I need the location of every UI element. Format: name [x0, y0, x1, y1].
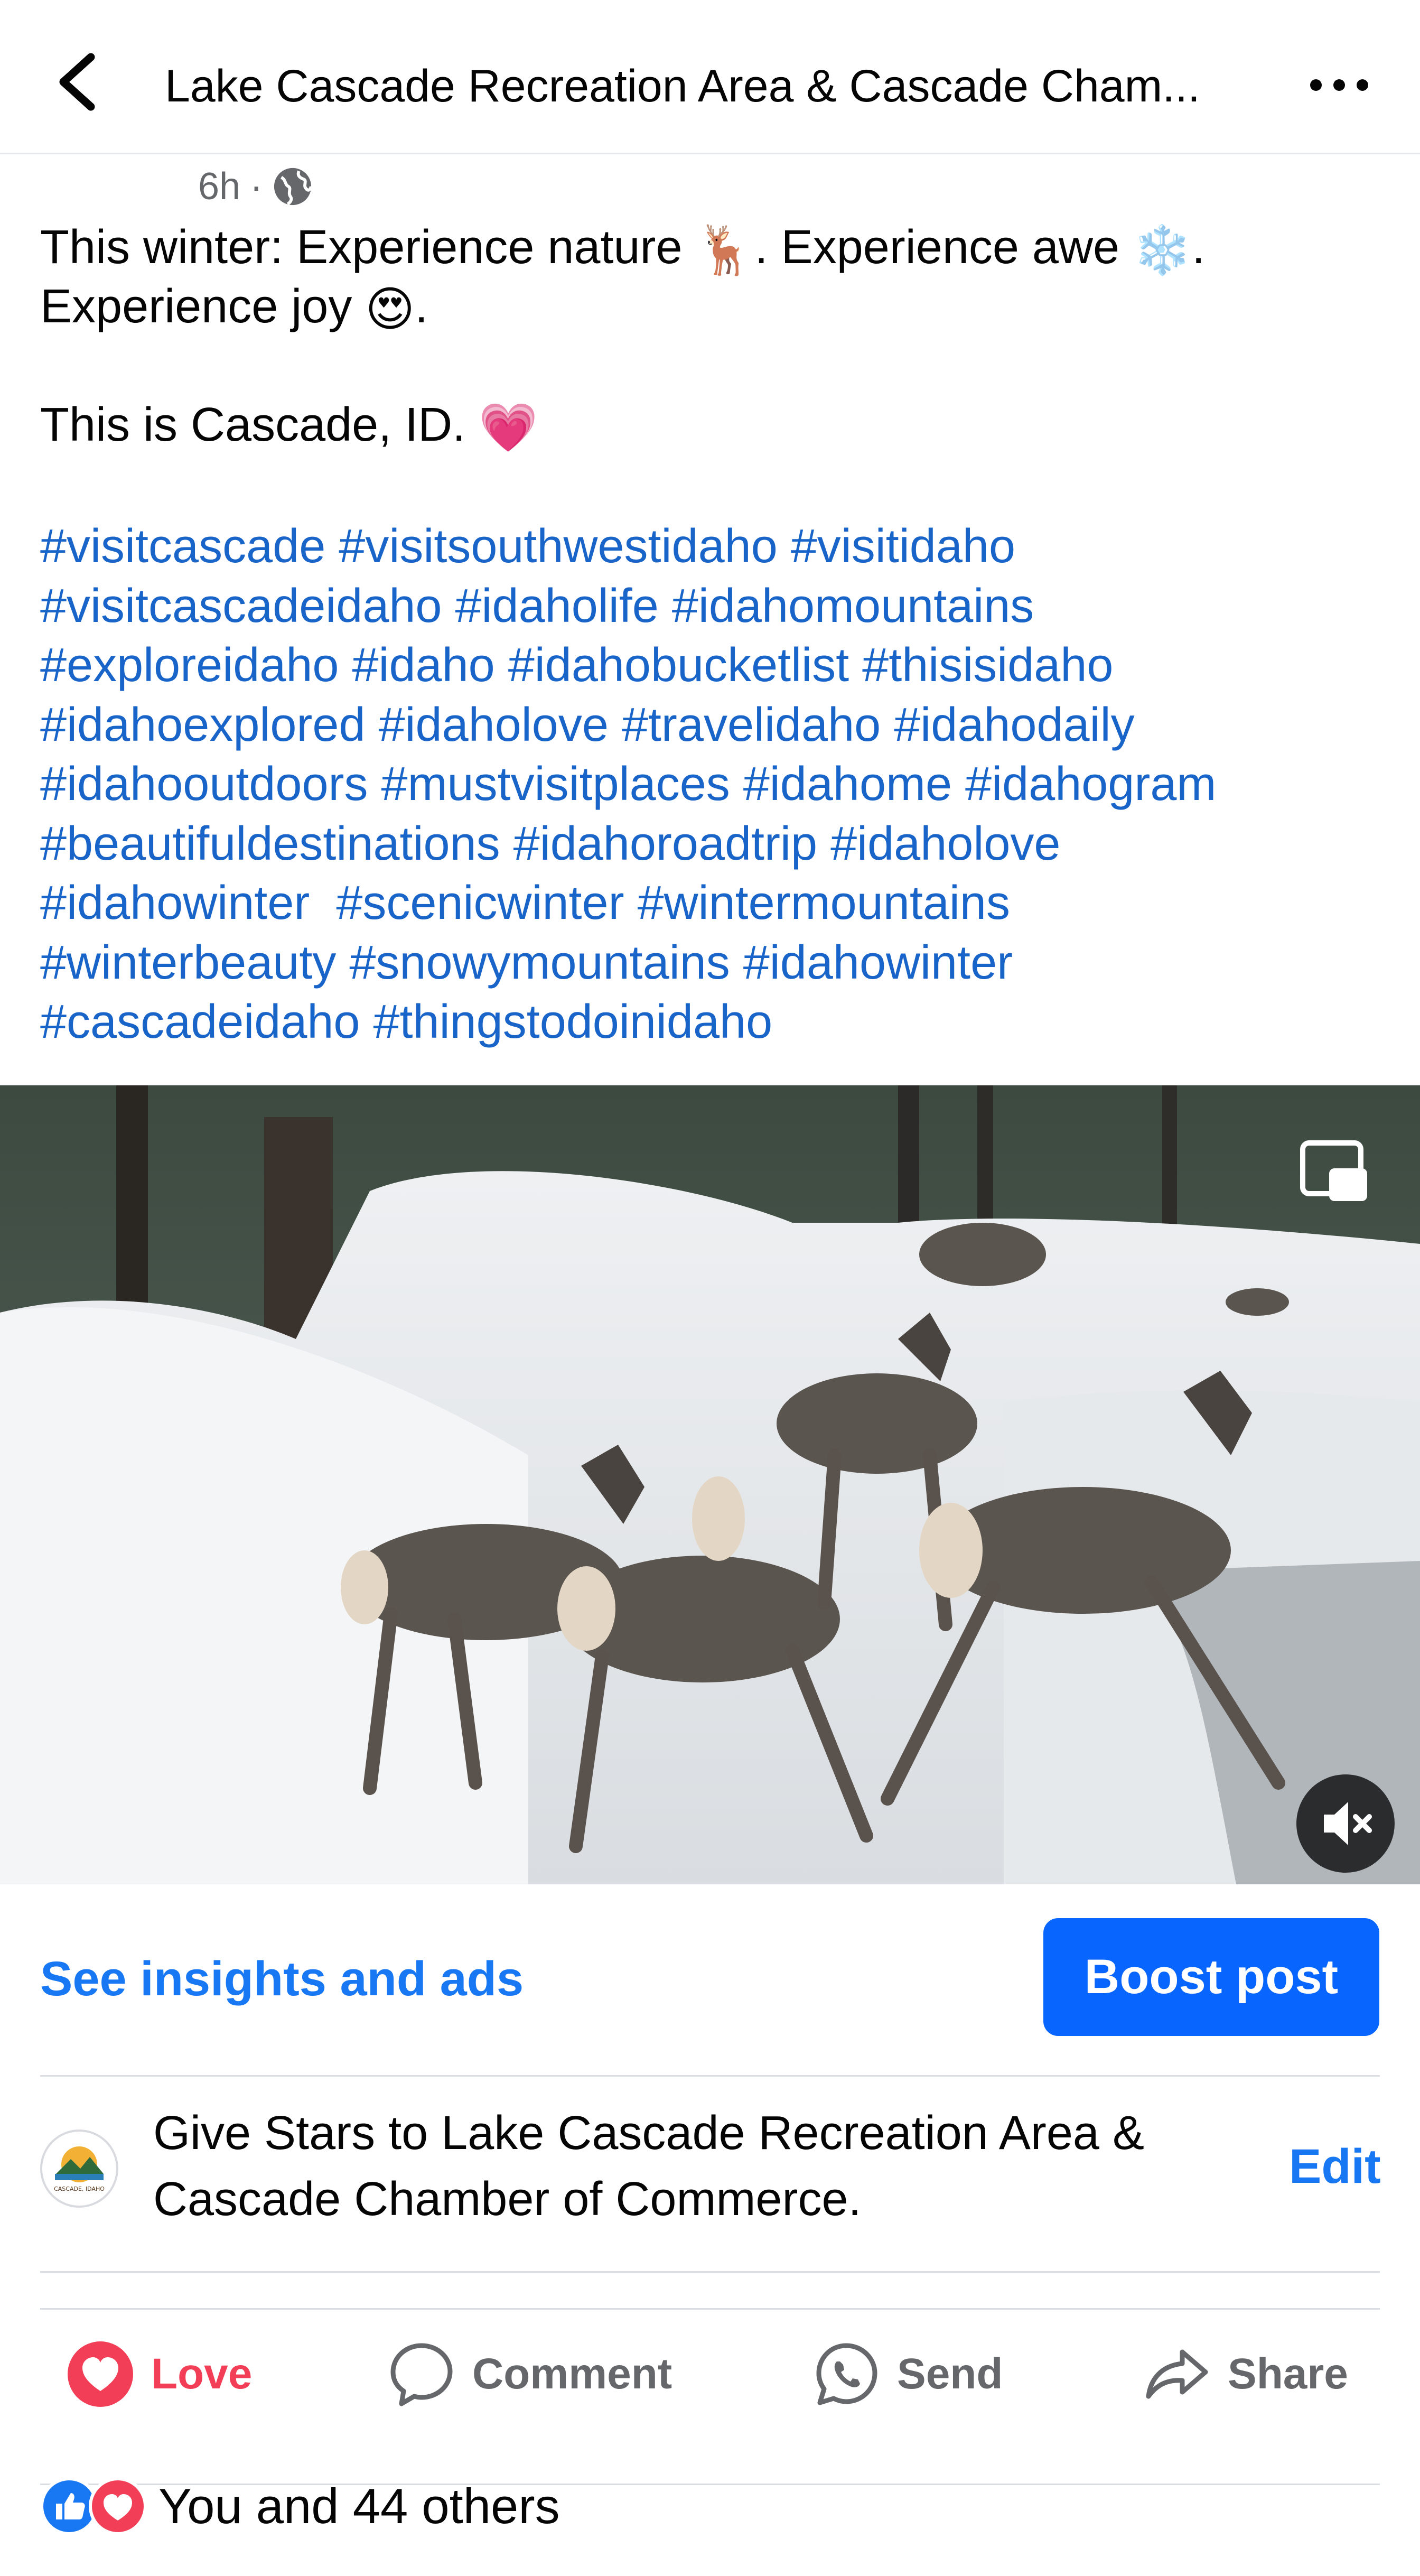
divider	[40, 2271, 1380, 2273]
hashtag-line[interactable]: #exploreidaho #idaho #idahobucketlist #t…	[40, 636, 1393, 695]
post-video[interactable]	[0, 1085, 1420, 1884]
snowflake-emoji: ❄️	[1133, 224, 1192, 277]
caption-text: This winter: Experience nature	[40, 221, 683, 274]
hashtag-line[interactable]: #visitcascadeidaho #idaholife #idahomoun…	[40, 576, 1393, 636]
love-button[interactable]: Love	[67, 2340, 252, 2408]
avatar-text: CASCADE, IDAHO	[54, 2186, 105, 2192]
post-caption: This winter: Experience nature 🦌. Experi…	[40, 218, 1393, 454]
love-label: Love	[151, 2350, 253, 2398]
pip-icon[interactable]	[1298, 1139, 1370, 1205]
send-label: Send	[897, 2350, 1003, 2398]
post-meta: 6h ·	[198, 161, 313, 211]
page-title: Lake Cascade Recreation Area & Cascade C…	[165, 61, 1200, 111]
top-bar: Lake Cascade Recreation Area & Cascade C…	[0, 0, 1420, 154]
pink-heart-emoji: 💗	[479, 402, 538, 455]
back-arrow-icon[interactable]	[48, 48, 106, 116]
caption-text: This is Cascade, ID.	[40, 398, 466, 451]
hashtag-line[interactable]: #cascadeidaho #thingstodoinidaho	[40, 992, 1393, 1052]
page-avatar: CASCADE, IDAHO	[40, 2129, 118, 2208]
caption-text: . Experience awe	[754, 221, 1120, 274]
see-insights-link[interactable]: See insights and ads	[40, 1950, 524, 2008]
more-icon[interactable]	[1305, 62, 1374, 105]
give-stars-line: Cascade Chamber of Commerce.	[153, 2173, 862, 2226]
divider	[40, 2075, 1380, 2077]
hashtag-line[interactable]: #visitcascade #visitsouthwestidaho #visi…	[40, 517, 1393, 576]
heart-eyes-emoji: 😍	[365, 283, 415, 337]
reactions-count: You and 44 others	[158, 2478, 560, 2534]
divider	[40, 2308, 1380, 2310]
caption-text: Experience joy	[40, 280, 352, 333]
hashtag-line[interactable]: #beautifuldestinations #idahoroadtrip #i…	[40, 814, 1393, 874]
love-icon	[68, 2341, 133, 2407]
comment-icon	[390, 2343, 453, 2406]
comment-label: Comment	[472, 2350, 672, 2398]
post-time[interactable]: 6h	[198, 165, 240, 208]
share-button[interactable]: Share	[1143, 2340, 1348, 2408]
send-button[interactable]: Send	[812, 2340, 1003, 2408]
give-stars-line: Give Stars to Lake Cascade Recreation Ar…	[153, 2107, 1144, 2160]
caption-text: .	[1192, 221, 1206, 274]
love-reaction-icon	[89, 2477, 147, 2535]
hashtag-line[interactable]: #winterbeauty #snowymountains #idahowint…	[40, 933, 1393, 993]
video-frame	[0, 1085, 1420, 1884]
caption-text: .	[415, 280, 428, 333]
comment-button[interactable]: Comment	[388, 2340, 672, 2408]
whatsapp-icon	[816, 2343, 877, 2405]
hashtag-line[interactable]: #idahowinter #scenicwinter #wintermounta…	[40, 873, 1393, 933]
mute-icon[interactable]	[1296, 1774, 1395, 1873]
deer-emoji: 🦌	[695, 224, 755, 277]
give-stars-text: Give Stars to Lake Cascade Recreation Ar…	[153, 2100, 1241, 2233]
reactions-summary[interactable]: You and 44 others	[40, 2473, 560, 2539]
boost-post-button[interactable]: Boost post	[1043, 1918, 1379, 2036]
hashtag-line[interactable]: #idahoexplored #idaholove #travelidaho #…	[40, 695, 1393, 755]
edit-button[interactable]: Edit	[1289, 2137, 1381, 2196]
reaction-icons	[40, 2477, 151, 2535]
meta-separator: ·	[250, 165, 263, 208]
globe-icon	[274, 168, 313, 206]
share-icon	[1146, 2349, 1208, 2399]
hashtag-block: #visitcascade #visitsouthwestidaho #visi…	[40, 517, 1393, 1052]
share-label: Share	[1228, 2350, 1348, 2398]
hashtag-line[interactable]: #idahooutdoors #mustvisitplaces #idahome…	[40, 755, 1393, 814]
